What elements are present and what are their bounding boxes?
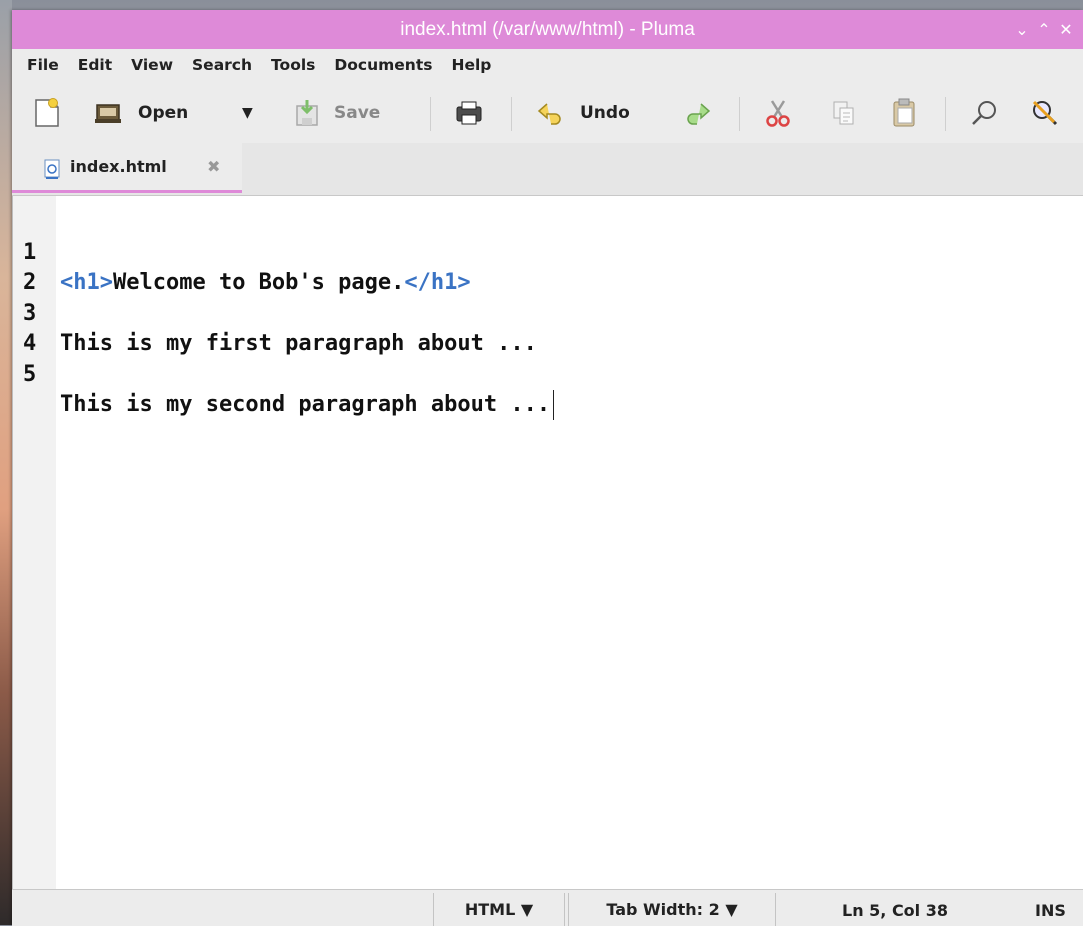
menu-file[interactable]: File xyxy=(12,49,68,74)
printer-icon xyxy=(456,101,482,125)
undo-icon xyxy=(537,103,561,125)
insert-mode: INS xyxy=(1035,901,1066,920)
open-label: Open xyxy=(138,103,189,123)
scissors-icon xyxy=(766,100,790,127)
chevron-down-icon: ▼ xyxy=(242,105,253,121)
redo-button[interactable] xyxy=(682,95,712,131)
line-text: This is my first paragraph about ... xyxy=(60,331,537,356)
menu-tools[interactable]: Tools xyxy=(260,49,324,74)
paste-button[interactable] xyxy=(890,95,918,131)
line-text: Welcome to Bob's page. xyxy=(112,270,405,295)
menu-edit[interactable]: Edit xyxy=(67,49,121,74)
code-text: <h1>Welcome to Bob's page.</h1> xyxy=(60,268,471,298)
copy-icon xyxy=(833,101,854,125)
html-tag: </h1> xyxy=(404,270,471,295)
toolbar: Open ▼ Save Undo xyxy=(12,83,1083,143)
close-button[interactable]: ✕ xyxy=(1055,20,1077,40)
menu-help[interactable]: Help xyxy=(440,49,500,74)
toolbar-separator xyxy=(739,97,740,131)
tab-label: index.html xyxy=(70,157,167,176)
code-line: 5 This is my second paragraph about ... xyxy=(13,330,555,420)
code-text: This is my second paragraph about ... xyxy=(60,390,555,420)
text-editor[interactable]: 1 <h1>Welcome to Bob's page.</h1> 2 3 Th… xyxy=(12,196,1083,889)
redo-icon xyxy=(687,103,711,125)
folder-open-icon xyxy=(95,104,121,123)
document-tabs: index.html ✖ xyxy=(12,143,1083,196)
line-number: 5 xyxy=(23,362,37,387)
undo-label: Undo xyxy=(580,103,630,123)
open-button[interactable]: Open xyxy=(94,95,188,131)
code-line: 4 xyxy=(13,299,92,356)
line-text: This is my second paragraph about ... xyxy=(60,392,551,417)
cut-button[interactable] xyxy=(764,95,792,131)
new-button[interactable] xyxy=(32,95,62,131)
toolbar-separator xyxy=(945,97,946,131)
undo-button[interactable]: Undo xyxy=(536,95,630,131)
save-label: Save xyxy=(334,103,381,123)
menu-documents[interactable]: Documents xyxy=(323,49,441,74)
open-dropdown-button[interactable]: ▼ xyxy=(242,95,253,131)
tab-width-selector[interactable]: Tab Width: 2 ▼ xyxy=(568,893,776,926)
title-bar[interactable]: index.html (/var/www/html) - Pluma ⌄ ⌃ ✕ xyxy=(12,10,1083,49)
window-title: index.html (/var/www/html) - Pluma xyxy=(400,19,695,40)
html-file-icon xyxy=(44,159,60,179)
cursor-position: Ln 5, Col 38 xyxy=(842,901,948,920)
window-controls: ⌄ ⌃ ✕ xyxy=(1011,20,1077,40)
copy-button[interactable] xyxy=(830,95,858,131)
toolbar-separator xyxy=(430,97,431,131)
tab-close-icon[interactable]: ✖ xyxy=(207,157,220,176)
status-bar: HTML ▼ Tab Width: 2 ▼ Ln 5, Col 38 INS xyxy=(12,889,1083,926)
find-replace-icon xyxy=(1032,100,1058,126)
text-cursor xyxy=(553,390,555,420)
print-button[interactable] xyxy=(454,95,484,131)
find-button[interactable] xyxy=(970,95,1000,131)
menu-view[interactable]: View xyxy=(120,49,182,74)
code-line: 2 xyxy=(13,238,92,295)
code-line: 1 <h1>Welcome to Bob's page.</h1> xyxy=(13,208,471,295)
magnifier-icon xyxy=(972,101,996,125)
minimize-button[interactable]: ⌄ xyxy=(1011,20,1033,40)
code-line: 3 This is my first paragraph about ... xyxy=(13,269,537,356)
save-icon xyxy=(296,100,318,126)
new-document-icon xyxy=(35,98,59,127)
save-button[interactable]: Save xyxy=(294,95,380,131)
maximize-button[interactable]: ⌃ xyxy=(1033,20,1055,40)
menu-bar: File Edit View Search Tools Documents Help xyxy=(12,49,1083,83)
tab-index-html[interactable]: index.html ✖ xyxy=(12,143,242,193)
pluma-window: index.html (/var/www/html) - Pluma ⌄ ⌃ ✕ F… xyxy=(12,10,1083,926)
find-replace-button[interactable] xyxy=(1028,95,1060,131)
paste-icon xyxy=(893,98,915,127)
menu-search[interactable]: Search xyxy=(181,49,261,74)
desktop-background xyxy=(0,0,12,925)
language-selector[interactable]: HTML ▼ xyxy=(433,893,565,926)
toolbar-separator xyxy=(511,97,512,131)
